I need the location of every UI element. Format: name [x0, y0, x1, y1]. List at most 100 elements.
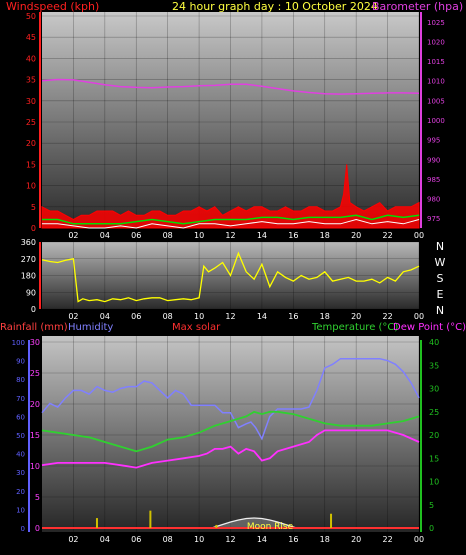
x-tick-label: 12 [225, 535, 235, 544]
direction-tick-label: 270 [21, 255, 36, 264]
humidity-tick-label: 10 [16, 506, 25, 514]
direction-tick-label: 90 [26, 288, 36, 297]
humidity-tick-label: 60 [16, 413, 25, 421]
x-tick-label: 04 [100, 231, 110, 240]
windspeed-tick-label: 45 [26, 33, 36, 42]
temperature-tick-label: 0 [429, 524, 434, 533]
weather-charts-svg: 02 04 06 08 10 12 14 16 18 20 22 0002 04 06 08 10 12 14 16… [0, 0, 466, 544]
humidity-tick-label: 70 [16, 395, 25, 403]
temperature-tick-label: 10 [429, 478, 439, 487]
moon-rise-label: Moon Rise [247, 522, 294, 532]
windspeed-tick-label: 50 [26, 12, 36, 21]
rainfall-bar [215, 524, 218, 528]
barometer-tick-label: 1000 [427, 117, 445, 125]
compass-south: S [437, 272, 444, 285]
rainfall-legend: Rainfall (mm) [0, 322, 68, 333]
windspeed-tick-label: 5 [31, 203, 36, 212]
barometer-tick-label: 985 [427, 176, 440, 184]
temperature-tick-label: 15 [429, 454, 439, 463]
x-tick-label: 20 [351, 535, 361, 544]
rainfall-bar [95, 518, 98, 528]
rainfall-bar [330, 513, 333, 528]
x-tick-label: 14 [257, 535, 267, 544]
humidity-tick-label: 90 [16, 358, 25, 366]
rain-tick-label: 30 [30, 338, 40, 347]
barometer-tick-label: 975 [427, 215, 440, 223]
x-tick-label: 06 [131, 231, 141, 240]
x-tick-label: 22 [382, 535, 392, 544]
x-tick-label: 10 [194, 535, 204, 544]
x-tick-label: 02 [68, 535, 78, 544]
x-tick-label: 10 [194, 312, 204, 321]
x-tick-label: 06 [131, 312, 141, 321]
windspeed-tick-label: 40 [26, 54, 36, 63]
rain-tick-label: 15 [30, 431, 40, 440]
windspeed-tick-label: 25 [26, 118, 36, 127]
x-tick-label: 04 [100, 312, 110, 321]
x-tick-label: 04 [100, 535, 110, 544]
x-tick-label: 18 [320, 312, 330, 321]
rain-tick-label: 10 [30, 462, 40, 471]
barometer-tick-label: 1005 [427, 97, 445, 105]
humidity-tick-label: 100 [12, 339, 25, 347]
direction-tick-label: 180 [21, 272, 36, 281]
x-tick-label: 08 [163, 312, 173, 321]
x-tick-label: 16 [288, 312, 298, 321]
max-solar-legend: Max solar [172, 322, 221, 333]
barometer-axis-title: Barometer (hpa) [372, 0, 463, 13]
humidity-tick-label: 50 [16, 432, 25, 440]
x-tick-label: 06 [131, 535, 141, 544]
x-tick-label: 20 [351, 231, 361, 240]
barometer-tick-label: 1015 [427, 58, 445, 66]
humidity-tick-label: 40 [16, 451, 25, 459]
x-tick-label: 08 [163, 535, 173, 544]
windspeed-tick-label: 10 [26, 182, 36, 191]
direction-tick-label: 0 [31, 305, 36, 314]
humidity-tick-label: 0 [21, 525, 25, 533]
humidity-tick-label: 80 [16, 376, 25, 384]
weather-graph-page: 02 04 06 08 10 12 14 16 18 20 22 00 02 04 06 08 10 12 14 16… [0, 0, 466, 555]
x-tick-label: 22 [382, 312, 392, 321]
x-tick-label: 16 [288, 535, 298, 544]
x-tick-label: 02 [68, 231, 78, 240]
humidity-tick-label: 20 [16, 488, 25, 496]
windspeed-tick-label: 30 [26, 97, 36, 106]
x-tick-label: 12 [225, 231, 235, 240]
windspeed-tick-label: 20 [26, 139, 36, 148]
x-tick-label: 10 [194, 231, 204, 240]
rainfall-bar [149, 510, 152, 528]
x-tick-label: 02 [68, 312, 78, 321]
x-tick-label: 14 [257, 231, 267, 240]
dewpoint-legend: Dew Point (°C) [393, 322, 466, 333]
barometer-tick-label: 1025 [427, 19, 445, 27]
temperature-tick-label: 30 [429, 385, 439, 394]
temperature-legend: Temperature (°C) [311, 322, 398, 333]
x-tick-label: 14 [257, 312, 267, 321]
x-tick-label: 00 [414, 535, 424, 544]
barometer-tick-label: 1010 [427, 78, 445, 86]
barometer-tick-label: 995 [427, 137, 440, 145]
temperature-tick-label: 5 [429, 501, 434, 510]
chart-date-title: 24 hour graph day : 10 October 2024 [172, 0, 378, 13]
direction-tick-label: 360 [21, 238, 36, 247]
humidity-legend: Humidity [68, 322, 113, 333]
barometer-tick-label: 980 [427, 196, 440, 204]
x-tick-label: 00 [414, 312, 424, 321]
barometer-tick-label: 1020 [427, 38, 445, 46]
rain-tick-label: 5 [35, 493, 40, 502]
windspeed-tick-label: 35 [26, 76, 36, 85]
rain-tick-label: 20 [30, 400, 40, 409]
x-tick-label: 12 [225, 312, 235, 321]
rain-tick-label: 0 [35, 524, 40, 533]
x-tick-label: 20 [351, 312, 361, 321]
x-tick-label: 18 [320, 231, 330, 240]
compass-north-bottom: N [436, 304, 444, 317]
rain-tick-label: 25 [30, 369, 40, 378]
x-tick-label: 18 [320, 535, 330, 544]
compass-east: E [437, 288, 444, 301]
barometer-tick-label: 990 [427, 156, 440, 164]
temperature-tick-label: 40 [429, 338, 439, 347]
compass-north-top: N [436, 240, 444, 253]
x-tick-label: 22 [382, 231, 392, 240]
temperature-tick-label: 20 [429, 431, 439, 440]
